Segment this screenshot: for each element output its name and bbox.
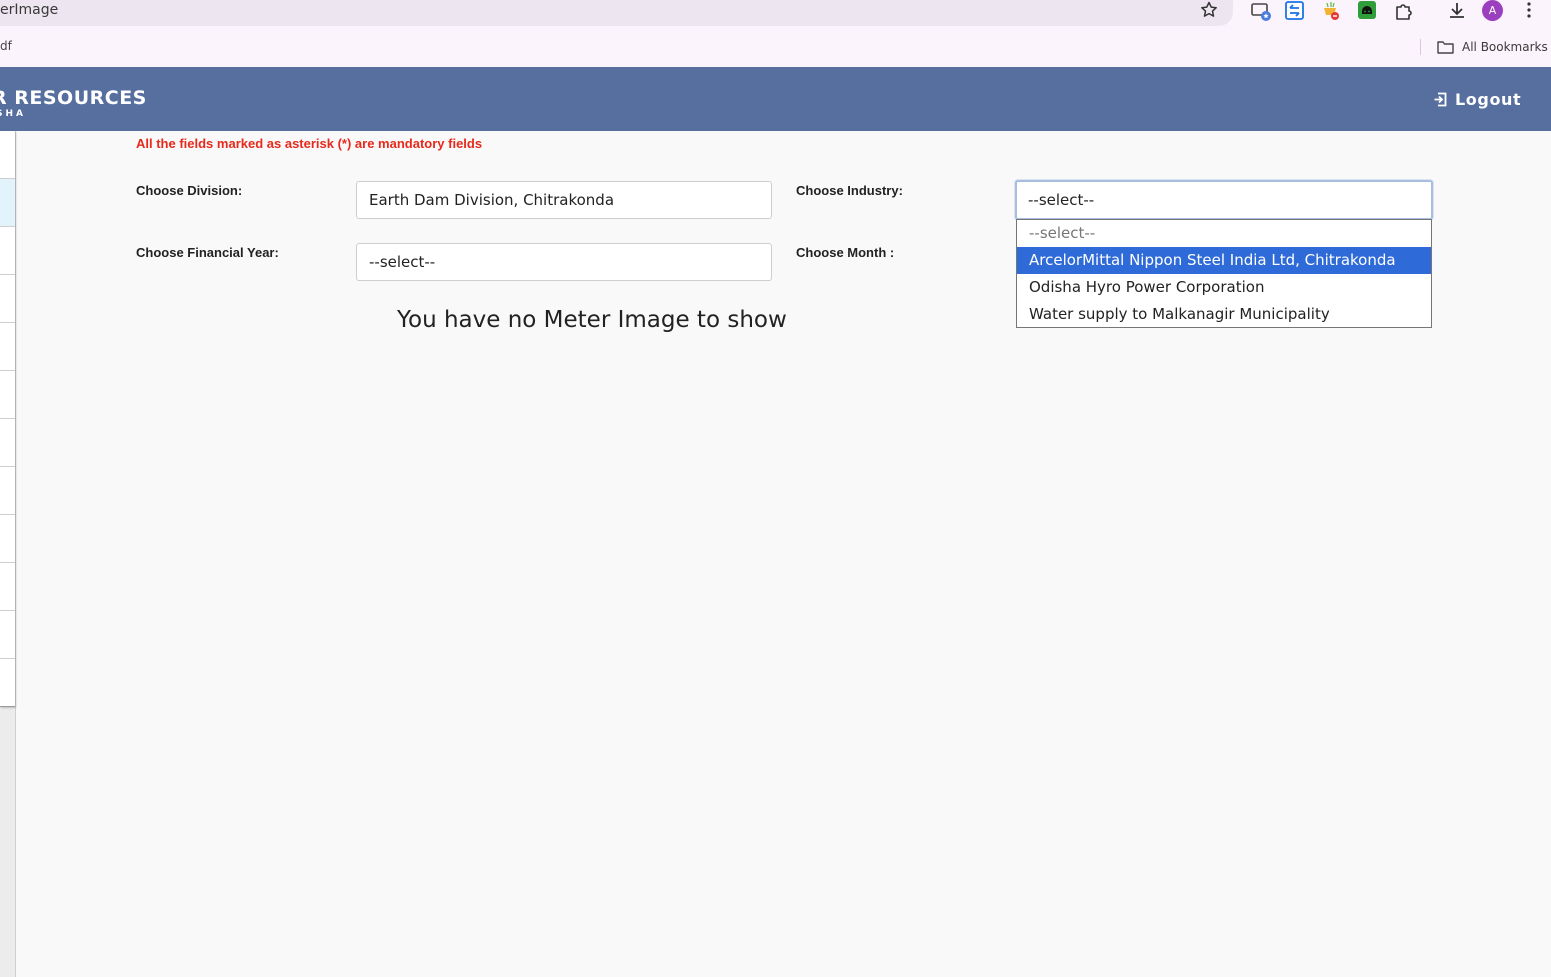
profile-avatar-initial: A [1488, 4, 1497, 17]
brand-title: R RESOURCES [0, 87, 147, 109]
sidebar-item[interactable] [0, 131, 15, 179]
translate-extension-icon[interactable] [1284, 0, 1306, 22]
folder-icon [1437, 41, 1454, 54]
industry-option[interactable]: Water supply to Malkanagir Municipality [1017, 301, 1431, 328]
financial-year-select[interactable]: --select-- [356, 243, 772, 281]
bookmarks-divider [1420, 39, 1421, 55]
industry-label: Choose Industry: [796, 183, 903, 198]
industry-dropdown-list: --select-- ArcelorMittal Nippon Steel In… [1016, 219, 1432, 328]
industry-select[interactable]: --select-- [1015, 180, 1433, 220]
logout-icon [1434, 92, 1447, 106]
division-select-value: Earth Dam Division, Chitrakonda [369, 191, 615, 209]
download-icon[interactable] [1446, 0, 1468, 22]
cast-extension-icon[interactable] [1250, 0, 1272, 22]
industry-option[interactable]: --select-- [1017, 220, 1431, 247]
sidebar-item[interactable] [0, 275, 15, 323]
all-bookmarks-button[interactable]: All Bookmarks [1437, 37, 1548, 57]
financial-year-select-value: --select-- [369, 253, 436, 271]
sidebar-item-active[interactable] [0, 179, 15, 227]
bookmark-star-icon[interactable] [1199, 0, 1219, 20]
address-bar-url[interactable]: erImage [0, 2, 58, 18]
sidebar-item[interactable] [0, 323, 15, 371]
sidebar-item[interactable] [0, 563, 15, 611]
month-label: Choose Month : [796, 245, 895, 260]
logout-label: Logout [1455, 89, 1522, 109]
logout-button[interactable]: Logout [1433, 88, 1521, 110]
extensions-puzzle-icon[interactable] [1393, 0, 1415, 22]
browser-chrome: erImage A df All Bookmarks [0, 0, 1551, 67]
sidebar-item[interactable] [0, 227, 15, 275]
sidebar-item[interactable] [0, 467, 15, 515]
bookmark-item[interactable]: df [0, 39, 12, 53]
bookmarks-bar: df All Bookmarks [0, 36, 1551, 58]
address-bar[interactable]: erImage [0, 0, 1233, 26]
sidebar-menu [0, 131, 15, 707]
brand-subtitle: SHA [0, 109, 26, 119]
industry-option-highlighted[interactable]: ArcelorMittal Nippon Steel India Ltd, Ch… [1017, 247, 1431, 274]
sidebar-item[interactable] [0, 515, 15, 563]
profile-avatar[interactable]: A [1482, 0, 1503, 21]
sidebar-item[interactable] [0, 419, 15, 467]
industry-option[interactable]: Odisha Hyro Power Corporation [1017, 274, 1431, 301]
financial-year-label: Choose Financial Year: [136, 245, 279, 260]
sidebar-item[interactable] [0, 611, 15, 659]
sidebar [0, 131, 16, 977]
all-bookmarks-label: All Bookmarks [1462, 40, 1548, 54]
no-image-message: You have no Meter Image to show [397, 307, 787, 333]
android-extension-icon[interactable] [1356, 0, 1378, 22]
app-header: R RESOURCES SHA Logout [0, 67, 1551, 131]
mandatory-note: All the fields marked as asterisk (*) ar… [136, 136, 483, 151]
noodle-extension-icon[interactable] [1320, 0, 1342, 22]
division-label: Choose Division: [136, 183, 243, 198]
more-menu-icon[interactable] [1518, 0, 1540, 22]
division-select[interactable]: Earth Dam Division, Chitrakonda [356, 181, 772, 219]
industry-select-value: --select-- [1028, 191, 1095, 209]
sidebar-item[interactable] [0, 371, 15, 419]
